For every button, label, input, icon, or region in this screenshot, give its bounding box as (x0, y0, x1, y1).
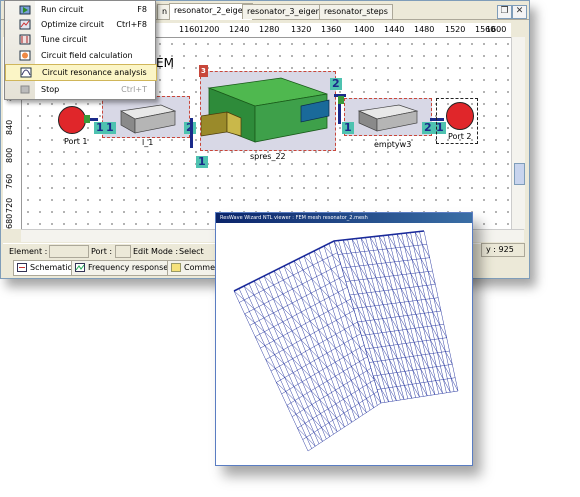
tab-frequency-response[interactable]: Frequency response (71, 260, 173, 276)
edit-mode-label: Edit Mode : (133, 247, 179, 256)
fem-mesh-view[interactable] (216, 223, 472, 465)
tab-schematic-label: Schematic (30, 263, 72, 272)
menu-item-circuit-field-calculation[interactable]: Circuit field calculation (5, 48, 155, 63)
port-number: 2 (422, 121, 434, 134)
field-icon (19, 50, 31, 61)
emptyw3-component[interactable] (344, 98, 432, 136)
ruler-tick: 720 (5, 197, 14, 213)
port-number: 1 (196, 155, 208, 168)
menu-item-tune-circuit[interactable]: Tune circuit (5, 32, 155, 47)
ruler-tick: 1480 (414, 25, 435, 34)
waveguide-block-icon (119, 104, 177, 134)
spres-22-component[interactable] (200, 71, 336, 151)
chart-icon (75, 263, 85, 272)
tab-schematic[interactable]: Schematic (13, 260, 76, 276)
tab-resonator-3-eigen[interactable]: resonator_3_eigen (242, 4, 326, 19)
y-coordinate: y : 925 (486, 245, 514, 254)
tab-resonator-steps[interactable]: resonator_steps (319, 4, 393, 19)
mesh-front-face (233, 240, 382, 452)
waveguide-block-icon (357, 104, 419, 132)
port-2-symbol[interactable] (446, 102, 474, 130)
ruler-tick: 1520 (445, 25, 466, 34)
connector (84, 115, 90, 123)
menu-item-optimize-circuit[interactable]: Optimize circuit Ctrl+F8 (5, 17, 155, 32)
ruler-tick: 1200 (199, 25, 220, 34)
ruler-tick: 1240 (229, 25, 250, 34)
resonance-icon (20, 67, 32, 78)
canvas-title: EM (156, 56, 174, 70)
ruler-tick: 1360 (321, 25, 342, 34)
menu-item-stop[interactable]: Stop Ctrl+T (5, 82, 155, 97)
restore-icon[interactable]: ❐ (497, 5, 512, 19)
mesh-right-face (333, 230, 459, 404)
ruler-tick: 1600 (486, 25, 507, 34)
ruler-tick: 680 (5, 213, 14, 229)
stop-icon (20, 85, 30, 94)
l1-label: l_1 (142, 138, 154, 147)
tab-frequency-response-label: Frequency response (88, 263, 169, 272)
port-number: 1 (104, 121, 116, 134)
port-number: 2 (330, 77, 342, 90)
vertical-scrollbar[interactable] (511, 37, 525, 229)
port-2-label: Port 2 (448, 132, 472, 141)
tab-resonator-2-eigen[interactable]: resonator_2_eigen (169, 3, 253, 20)
schematic-icon (17, 263, 27, 272)
note-icon (171, 263, 181, 272)
close-icon[interactable]: ✕ (512, 5, 527, 19)
mesh-viewer-window: ResWave Wizard NTL viewer : FEM mesh res… (215, 212, 473, 466)
ruler-tick: 1160 (179, 25, 200, 34)
ruler-tick: 1280 (259, 25, 280, 34)
port-field (115, 245, 131, 258)
menu-item-circuit-resonance-analysis[interactable]: Circuit resonance analysis (5, 64, 157, 81)
run-icon (19, 5, 31, 15)
tune-icon (19, 34, 31, 45)
ruler-tick: 840 (5, 119, 14, 135)
coordinate-field: y : 925 (481, 243, 525, 257)
wire (190, 118, 193, 148)
port-label: Port : (91, 247, 113, 256)
menu-item-run-circuit[interactable]: Run circuit F8 (5, 2, 155, 17)
spres-22-label: spres_22 (250, 152, 286, 161)
ruler-tick: 1440 (384, 25, 405, 34)
viewer-title-bar[interactable]: ResWave Wizard NTL viewer : FEM mesh res… (216, 213, 472, 223)
edit-mode-value: Select (179, 247, 204, 256)
circuit-menu: Run circuit F8 Optimize circuit Ctrl+F8 … (4, 0, 157, 100)
ruler-tick: 760 (5, 173, 14, 189)
resonator-cavity-icon (200, 77, 330, 143)
port-1-symbol[interactable] (58, 106, 86, 134)
element-label: Element : (9, 247, 48, 256)
port-number: 1 (342, 121, 354, 134)
port-1-label: Port 1 (64, 137, 88, 146)
ruler-tick: 800 (5, 147, 14, 163)
element-field (49, 245, 89, 258)
emptyw3-label: emptyw3 (374, 140, 412, 149)
ruler-tick: 1320 (291, 25, 312, 34)
port-number: 3 (199, 65, 208, 77)
ruler-tick: 1400 (354, 25, 375, 34)
optimize-icon (19, 19, 31, 30)
scrollbar-thumb[interactable] (514, 163, 525, 185)
